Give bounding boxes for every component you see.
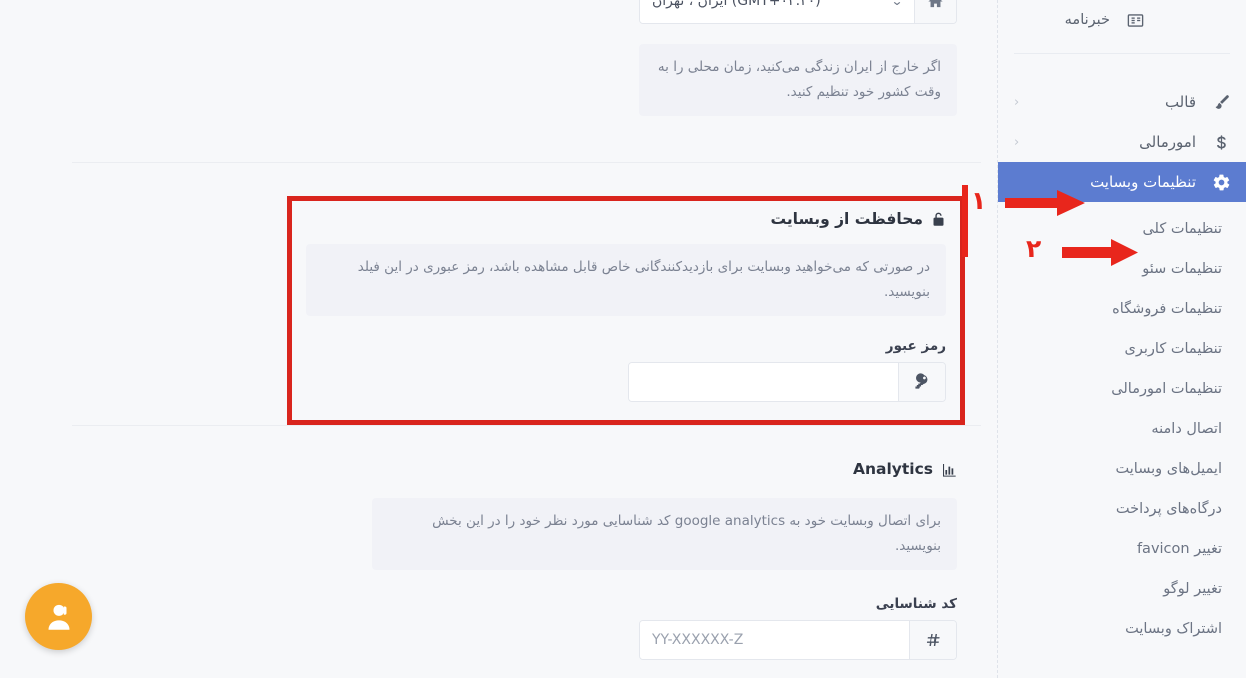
key-icon — [898, 362, 945, 401]
sidebar-subitem-financial-settings[interactable]: تنظیمات امورمالی — [998, 369, 1246, 409]
sidebar-subitem-change-logo[interactable]: تغییر لوگو — [998, 569, 1246, 609]
app-screen: ⌄ (GMT+۰۳:۳۰) ایران ، تهران اگر خارج از … — [0, 0, 1246, 678]
main-content: ⌄ (GMT+۰۳:۳۰) ایران ، تهران اگر خارج از … — [0, 0, 997, 678]
support-agent-icon — [48, 604, 69, 630]
sidebar-subitem-label: اتصال دامنه — [1151, 420, 1222, 437]
website-protection-heading: محافظت از وبسایت — [306, 211, 946, 228]
website-protection-help-text: در صورتی که می‌خواهید وبسایت برای بازدید… — [306, 244, 946, 316]
password-input-group[interactable] — [628, 361, 946, 402]
sidebar-subitem-label: تنظیمات کلی — [1142, 220, 1222, 237]
timezone-help-container: اگر خارج از ایران زندگی می‌کنید، زمان مح… — [639, 44, 957, 116]
tracking-id-input[interactable] — [640, 620, 909, 659]
website-protection-title: محافظت از وبسایت — [770, 209, 923, 228]
unlock-icon — [931, 211, 946, 228]
sidebar-subitem-label: تنظیمات کاربری — [1124, 340, 1222, 357]
sidebar-item-website-settings[interactable]: تنظیمات وبسایت — [998, 162, 1246, 202]
sidebar-divider — [1014, 53, 1230, 54]
chevron-left-icon: ‹ — [1014, 134, 1020, 150]
brush-icon — [1210, 91, 1232, 113]
analytics-title: Analytics — [852, 460, 933, 479]
sidebar-item-financial[interactable]: امورمالی ‹ — [998, 122, 1246, 162]
section-divider-2 — [72, 425, 981, 426]
tracking-id-field-label: کد شناسایی — [875, 595, 957, 612]
chevron-left-icon: ‹ — [1014, 94, 1020, 110]
sidebar-item-label: خبرنامه — [1064, 12, 1110, 29]
sidebar-item-label: قالب — [1164, 92, 1196, 111]
gear-icon — [1210, 171, 1232, 193]
analytics-help-text: برای اتصال وبسایت خود به google analytic… — [372, 498, 957, 570]
sidebar-subitem-change-favicon[interactable]: تغییر favicon — [998, 529, 1246, 569]
sidebar-subitem-user-settings[interactable]: تنظیمات کاربری — [998, 329, 1246, 369]
dollar-icon — [1210, 131, 1232, 153]
sidebar-subitem-label: تغییر favicon — [1136, 540, 1222, 557]
sidebar-subitem-website-subscription[interactable]: اشتراک وبسایت — [998, 609, 1246, 649]
analytics-heading: Analytics — [372, 462, 957, 478]
hash-icon — [909, 620, 956, 659]
website-protection-section: محافظت از وبسایت در صورتی که می‌خواهید و… — [287, 196, 965, 425]
sidebar-subitem-label: ایمیل‌های وبسایت — [1115, 460, 1223, 477]
sidebar-subitem-seo-settings[interactable]: تنظیمات سئو — [998, 249, 1246, 289]
sidebar-subitem-general-settings[interactable]: تنظیمات کلی — [998, 209, 1246, 249]
sidebar-subitem-label: تنظیمات فروشگاه — [1112, 300, 1222, 317]
sidebar-subitem-label: اشتراک وبسایت — [1125, 620, 1222, 637]
sidebar-subitem-payment-gateways[interactable]: درگاه‌های پرداخت — [998, 489, 1246, 529]
sidebar-subitem-label: تغییر لوگو — [1163, 580, 1222, 597]
newspaper-icon — [1124, 10, 1146, 32]
support-chat-button[interactable] — [25, 583, 92, 650]
sidebar-item-label: تنظیمات وبسایت — [1090, 172, 1196, 191]
sidebar-subitem-label: تنظیمات سئو — [1142, 260, 1222, 277]
timezone-selected-value: (GMT+۰۳:۳۰) ایران ، تهران — [652, 0, 821, 9]
timezone-select[interactable]: ⌄ (GMT+۰۳:۳۰) ایران ، تهران — [640, 0, 914, 23]
sidebar-item-newsletter[interactable]: خبرنامه — [998, 4, 1246, 37]
section-divider-1 — [72, 162, 981, 163]
tracking-id-input-group[interactable] — [639, 619, 957, 660]
analytics-section: Analytics برای اتصال وبسایت خود به googl… — [372, 462, 957, 660]
sidebar-subitem-domain-connect[interactable]: اتصال دامنه — [998, 409, 1246, 449]
sidebar-item-template[interactable]: قالب ‹ — [998, 82, 1246, 122]
sidebar: خبرنامه قالب ‹ امورمالی ‹ تنظیمات وبسایت… — [997, 0, 1246, 678]
sidebar-subitem-label: تنظیمات امورمالی — [1111, 380, 1222, 397]
password-input[interactable] — [629, 362, 898, 401]
chevron-down-icon: ⌄ — [890, 0, 904, 8]
home-icon — [914, 0, 956, 23]
timezone-select-group[interactable]: ⌄ (GMT+۰۳:۳۰) ایران ، تهران — [639, 0, 957, 24]
timezone-help-text: اگر خارج از ایران زندگی می‌کنید، زمان مح… — [639, 44, 957, 116]
bar-chart-icon — [941, 462, 957, 478]
password-field-label: رمز عبور — [885, 337, 946, 354]
sidebar-subitem-label: درگاه‌های پرداخت — [1115, 500, 1222, 517]
sidebar-subitem-website-emails[interactable]: ایمیل‌های وبسایت — [998, 449, 1246, 489]
sidebar-subitem-shop-settings[interactable]: تنظیمات فروشگاه — [998, 289, 1246, 329]
sidebar-item-label: امورمالی — [1139, 132, 1196, 151]
